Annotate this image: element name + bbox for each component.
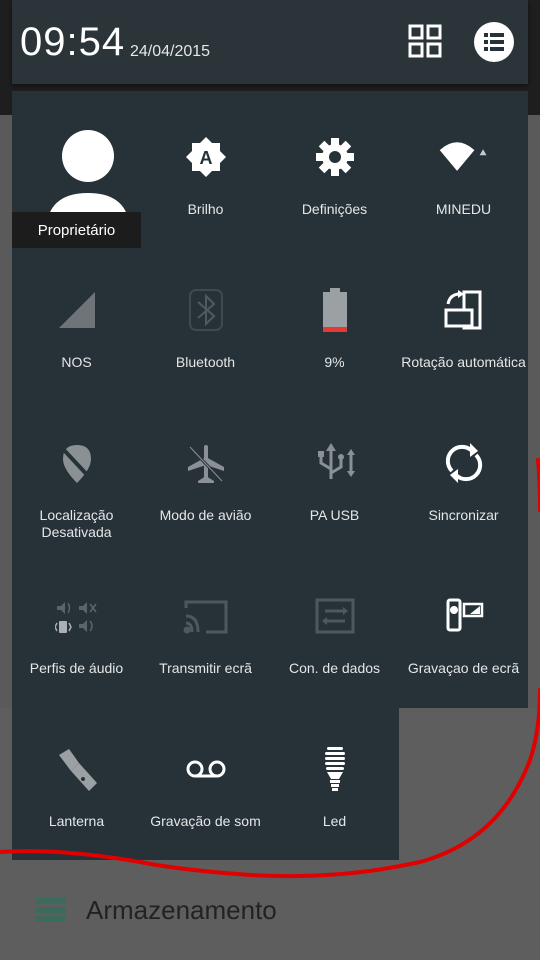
storage-setting-label[interactable]: Armazenamento [86,895,277,926]
audio-profiles-icon [51,590,103,642]
tile-usb-tethering[interactable]: PA USB [270,397,399,547]
location-off-icon [51,437,103,489]
tile-audio-profiles[interactable]: Perfis de áudio [12,550,141,700]
tile-label: Localização Desativada [39,507,114,540]
tile-label: MINEDU [435,201,492,217]
tile-label: 9% [324,354,345,370]
tile-label: Bluetooth [175,354,236,370]
tile-label: Gravaçao de ecrã [407,660,520,676]
storage-icon [36,898,66,922]
tile-label: Lanterna [48,813,105,829]
cast-icon [180,590,232,642]
date[interactable]: 24/04/2015 [130,43,210,61]
tile-wifi[interactable]: MINEDU [399,91,528,241]
list-icon[interactable] [474,22,514,62]
tile-location[interactable]: Localização Desativada [12,397,141,547]
bluetooth-icon [180,284,232,336]
grid-view-icon[interactable] [408,24,442,58]
tile-sound-recording[interactable]: Gravação de som [141,703,270,853]
battery-icon [309,284,361,336]
tile-led[interactable]: Led [270,703,399,853]
tile-airplane-mode[interactable]: Modo de avião [141,397,270,547]
tile-auto-rotate[interactable]: Rotação automática [399,244,528,394]
voicemail-icon [180,743,232,795]
tile-label: Led [322,813,347,829]
led-bulb-icon [309,743,361,795]
wifi-icon [438,131,490,183]
tile-label: Brilho [187,201,224,217]
tile-label: Rotação automática [401,354,526,370]
brightness-auto-icon: A [180,131,232,183]
screen-record-icon [438,590,490,642]
tile-settings[interactable]: Definições [270,91,399,241]
data-connection-icon [309,590,361,642]
airplane-icon [180,437,232,489]
tile-label: Modo de avião [159,507,252,523]
tile-screen-record[interactable]: Gravaçao de ecrã [399,550,528,700]
owner-label[interactable]: Proprietário [12,212,141,248]
tile-cast-screen[interactable]: Transmitir ecrã [141,550,270,700]
tile-label: Definições [301,201,368,217]
sync-icon [438,437,490,489]
tile-mobile-network[interactable]: NOS [12,244,141,394]
tile-label: NOS [61,354,92,370]
tile-flashlight[interactable]: Lanterna [12,703,141,853]
flashlight-icon [51,743,103,795]
usb-icon [309,437,361,489]
tile-bluetooth[interactable]: Bluetooth [141,244,270,394]
settings-gear-icon [309,131,361,183]
svg-text:A: A [199,148,212,168]
tile-sync[interactable]: Sincronizar [399,397,528,547]
tile-label: Perfis de áudio [29,660,124,676]
tile-data-connection[interactable]: Con. de dados [270,550,399,700]
cell-signal-icon [51,284,103,336]
rotation-icon [438,284,490,336]
tile-label: Con. de dados [288,660,381,676]
tile-label: Gravação de som [150,813,261,829]
tile-label: Sincronizar [428,507,499,523]
tile-label: Transmitir ecrã [159,660,252,676]
quick-settings-header: 09:54 24/04/2015 [12,0,528,84]
tile-label: PA USB [309,507,360,523]
tile-brightness[interactable]: A Brilho [141,91,270,241]
tile-battery[interactable]: 9% [270,244,399,394]
clock[interactable]: 09:54 [20,20,125,65]
